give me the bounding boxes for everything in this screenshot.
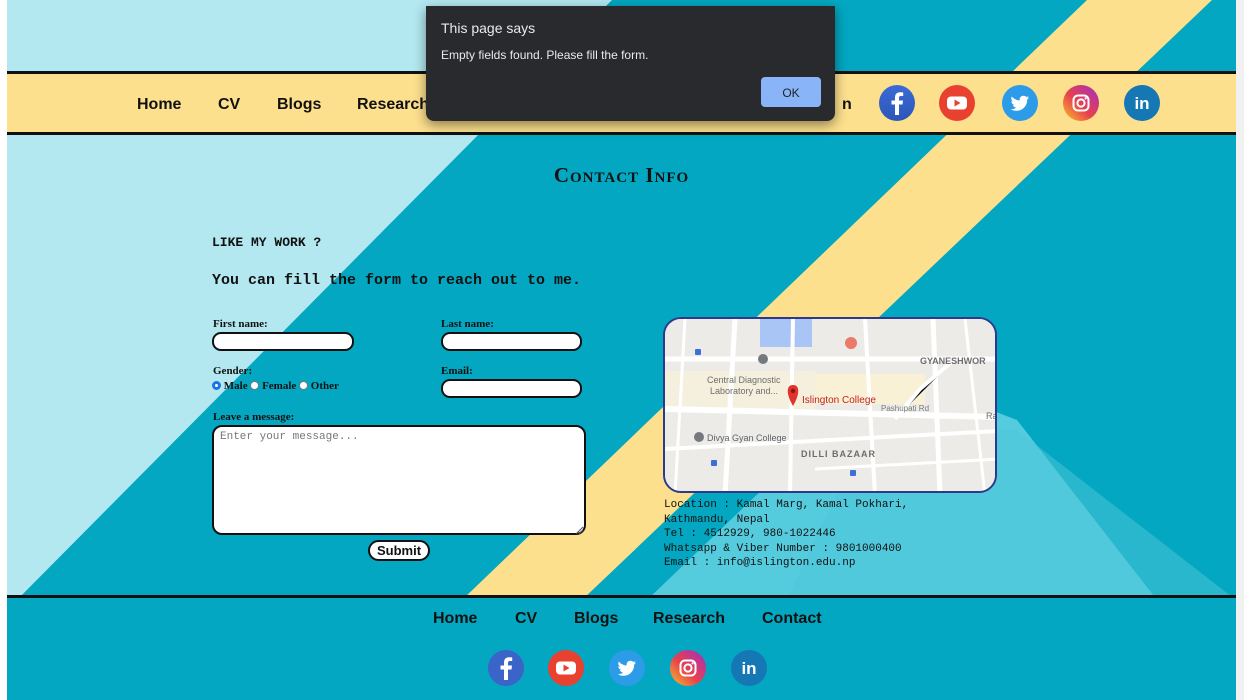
contact-location: Location : Kamal Marg, Kamal Pokhari,	[664, 499, 909, 511]
contact-details: Location : Kamal Marg, Kamal Pokhari, Ka…	[664, 498, 908, 571]
map-graphic: Central Diagnostic Laboratory and... Isl…	[665, 319, 997, 491]
twitter-icon[interactable]	[1002, 85, 1038, 121]
resize-handle-icon[interactable]	[574, 522, 584, 535]
nav-home-link[interactable]: Home	[137, 96, 181, 114]
contact-email: Email : info@islington.edu.np	[664, 557, 856, 569]
email-label: Email:	[441, 365, 473, 377]
linkedin-icon[interactable]: in	[1124, 85, 1160, 121]
gender-female-radio[interactable]	[250, 381, 260, 390]
alert-message: Empty fields found. Please fill the form…	[441, 48, 649, 62]
gender-radio-group: Male Female Other	[212, 380, 339, 392]
nav-cv-link[interactable]: CV	[218, 96, 240, 114]
footer-facebook-icon[interactable]	[488, 650, 524, 686]
map-label-laboratory: Laboratory and...	[710, 386, 778, 396]
map-label-central: Central Diagnostic	[707, 375, 781, 385]
contact-tel: Tel : 4512929, 980-1022446	[664, 528, 836, 540]
page-title: Contact Info	[553, 163, 690, 187]
footer-cv-link[interactable]: CV	[515, 610, 537, 628]
intro-heading: LIKE MY WORK ?	[212, 235, 322, 250]
first-name-label: First name:	[213, 318, 268, 330]
footer-twitter-icon[interactable]	[609, 650, 645, 686]
message-label: Leave a message:	[213, 411, 295, 423]
location-map[interactable]: Central Diagnostic Laboratory and... Isl…	[663, 317, 997, 493]
map-label-divya: Divya Gyan College	[707, 433, 787, 443]
last-name-input[interactable]	[441, 332, 582, 351]
footer-youtube-icon[interactable]	[548, 650, 584, 686]
map-label-islington: Islington College	[802, 395, 876, 406]
footer-contact-link[interactable]: Contact	[762, 610, 822, 628]
gender-label: Gender:	[213, 365, 253, 377]
map-label-gyaneshwor: GYANESHWOR	[920, 356, 986, 366]
submit-button[interactable]: Submit	[368, 540, 431, 561]
gender-male-radio[interactable]	[212, 381, 221, 390]
email-input[interactable]	[441, 379, 582, 398]
gender-female-label: Female	[262, 380, 297, 392]
alert-ok-button[interactable]: OK	[761, 77, 821, 107]
svg-text:in: in	[1134, 94, 1149, 113]
nav-blogs-link[interactable]: Blogs	[277, 96, 321, 114]
youtube-icon[interactable]	[939, 85, 975, 121]
gender-other-label: Other	[310, 380, 339, 392]
svg-text:in: in	[741, 659, 756, 678]
first-name-input[interactable]	[212, 332, 354, 351]
nav-research-link[interactable]: Research	[357, 96, 429, 114]
facebook-icon[interactable]	[879, 85, 915, 121]
footer-blogs-link[interactable]: Blogs	[574, 610, 618, 628]
intro-subtitle: You can fill the form to reach out to me…	[212, 272, 582, 289]
footer-linkedin-icon[interactable]: in	[731, 650, 767, 686]
alert-dialog: This page says Empty fields found. Pleas…	[426, 6, 835, 121]
footer-home-link[interactable]: Home	[433, 610, 477, 628]
map-label-pashupati: Pashupati Rd	[881, 404, 929, 413]
map-label-ra: Ra	[986, 411, 997, 421]
nav-contact-link[interactable]: n	[842, 96, 852, 114]
alert-title: This page says	[441, 20, 536, 36]
page-scrollbar[interactable]	[1236, 0, 1244, 700]
contact-whatsapp: Whatsapp & Viber Number : 9801000400	[664, 542, 902, 555]
footer-instagram-icon[interactable]	[670, 650, 706, 686]
instagram-icon[interactable]	[1063, 85, 1099, 121]
footer: Home CV Blogs Research Contact in	[7, 595, 1236, 700]
contact-location-city: Kathmandu, Nepal	[664, 513, 770, 526]
gender-other-radio[interactable]	[299, 381, 309, 390]
last-name-label: Last name:	[441, 318, 494, 330]
message-textarea[interactable]	[212, 425, 586, 535]
map-label-dilli: DILLI BAZAAR	[801, 449, 876, 459]
footer-research-link[interactable]: Research	[653, 610, 725, 628]
gender-male-label: Male	[223, 380, 248, 392]
